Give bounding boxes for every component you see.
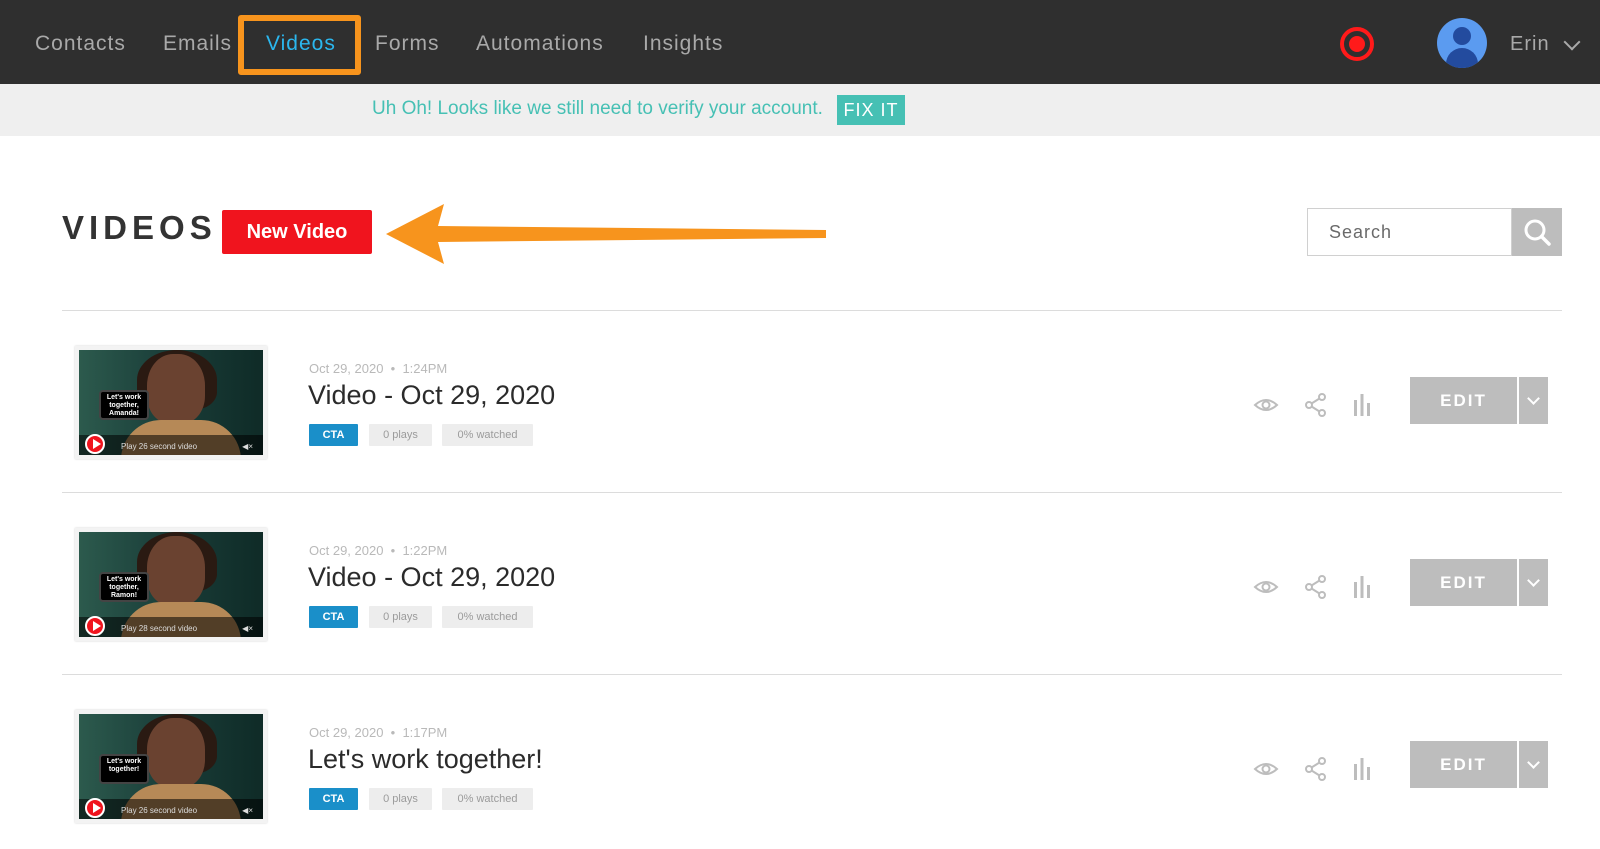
watched-badge: 0% watched: [442, 788, 533, 810]
verify-message: Uh Oh! Looks like we still need to verif…: [372, 98, 823, 119]
stats-icon[interactable]: [1349, 756, 1375, 782]
play-icon[interactable]: [85, 434, 105, 454]
top-navigation: Contacts Emails Videos Forms Automations…: [0, 0, 1600, 84]
edit-button[interactable]: EDIT: [1410, 741, 1517, 788]
video-title[interactable]: Let's work together!: [308, 744, 543, 775]
nav-item-contacts[interactable]: Contacts: [35, 0, 126, 84]
stats-icon[interactable]: [1349, 392, 1375, 418]
chevron-down-icon[interactable]: [1519, 741, 1548, 788]
thumb-caption: Play 26 second video: [121, 442, 198, 451]
cta-badge: CTA: [309, 788, 358, 810]
mute-icon: ◀×: [242, 442, 253, 451]
share-icon[interactable]: [1303, 756, 1329, 782]
nav-item-videos[interactable]: Videos: [266, 0, 336, 84]
arrow-annotation-icon: [386, 204, 826, 264]
mute-icon: ◀×: [242, 624, 253, 633]
search-input[interactable]: [1307, 208, 1512, 256]
nav-item-automations[interactable]: Automations: [476, 0, 604, 84]
search-icon: [1524, 219, 1551, 246]
plays-badge: 0 plays: [369, 424, 432, 446]
cta-badge: CTA: [309, 424, 358, 446]
watched-badge: 0% watched: [442, 606, 533, 628]
thumb-sign: Let's work together!: [99, 754, 149, 784]
new-video-button[interactable]: New Video: [222, 210, 372, 254]
thumb-caption: Play 28 second video: [121, 624, 198, 633]
video-thumbnail[interactable]: Let's work together! Play 26 second vide…: [75, 710, 267, 823]
video-row: Let's work together! Play 26 second vide…: [0, 674, 1600, 849]
play-icon[interactable]: [85, 798, 105, 818]
fix-it-button[interactable]: FIX IT: [837, 95, 905, 125]
page-title: VIDEOS: [62, 209, 217, 246]
edit-button[interactable]: EDIT: [1410, 377, 1517, 424]
video-title[interactable]: Video - Oct 29, 2020: [308, 562, 555, 593]
mute-icon: ◀×: [242, 806, 253, 815]
video-thumbnail[interactable]: Let's work together, Amanda! Play 26 sec…: [75, 346, 267, 459]
video-datetime: Oct 29, 2020 • 1:24PM: [309, 361, 448, 376]
watched-badge: 0% watched: [442, 424, 533, 446]
chevron-down-icon[interactable]: [1519, 377, 1548, 424]
edit-button[interactable]: EDIT: [1410, 559, 1517, 606]
plays-badge: 0 plays: [369, 606, 432, 628]
play-icon[interactable]: [85, 616, 105, 636]
nav-item-emails[interactable]: Emails: [163, 0, 232, 84]
video-thumbnail[interactable]: Let's work together, Ramon! Play 28 seco…: [75, 528, 267, 641]
eye-icon[interactable]: [1253, 574, 1279, 600]
thumb-caption: Play 26 second video: [121, 806, 198, 815]
chevron-down-icon[interactable]: [1563, 33, 1581, 51]
video-datetime: Oct 29, 2020 • 1:22PM: [309, 543, 448, 558]
video-datetime: Oct 29, 2020 • 1:17PM: [309, 725, 448, 740]
user-avatar-icon[interactable]: [1437, 18, 1487, 68]
search-button[interactable]: [1512, 208, 1562, 256]
cta-badge: CTA: [309, 606, 358, 628]
video-row: Let's work together, Amanda! Play 26 sec…: [0, 310, 1600, 492]
share-icon[interactable]: [1303, 392, 1329, 418]
plays-badge: 0 plays: [369, 788, 432, 810]
stats-icon[interactable]: [1349, 574, 1375, 600]
eye-icon[interactable]: [1253, 756, 1279, 782]
video-row: Let's work together, Ramon! Play 28 seco…: [0, 492, 1600, 674]
thumb-sign: Let's work together, Ramon!: [99, 572, 149, 602]
nav-item-forms[interactable]: Forms: [375, 0, 440, 84]
user-name[interactable]: Erin: [1510, 0, 1550, 84]
verify-banner: Uh Oh! Looks like we still need to verif…: [0, 84, 1600, 136]
nav-item-insights[interactable]: Insights: [643, 0, 723, 84]
eye-icon[interactable]: [1253, 392, 1279, 418]
chevron-down-icon[interactable]: [1519, 559, 1548, 606]
share-icon[interactable]: [1303, 574, 1329, 600]
record-icon[interactable]: [1340, 27, 1374, 61]
thumb-sign: Let's work together, Amanda!: [99, 390, 149, 420]
video-title[interactable]: Video - Oct 29, 2020: [308, 380, 555, 411]
